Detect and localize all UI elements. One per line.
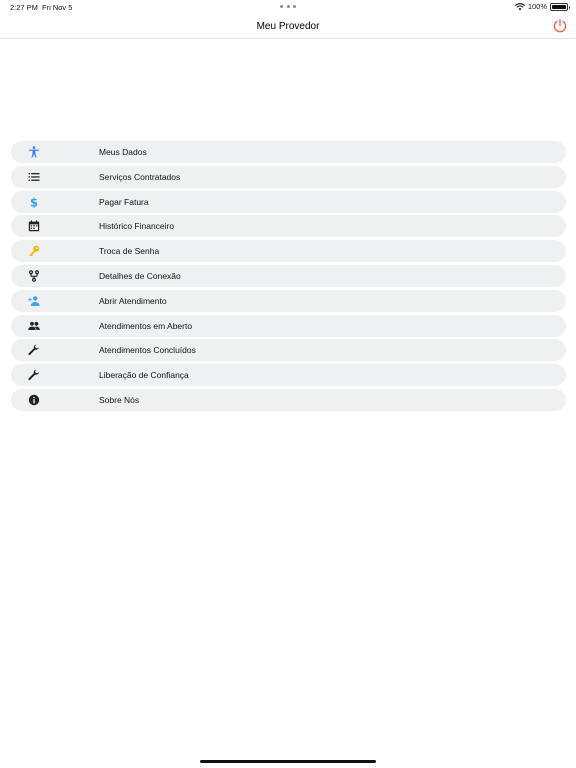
menu-item-pagar-fatura[interactable]: $ Pagar Fatura <box>11 190 566 213</box>
menu-item-label: Pagar Fatura <box>99 196 149 207</box>
menu-item-label: Serviços Contratados <box>99 171 181 182</box>
menu-item-label: Sobre Nós <box>99 394 140 405</box>
accessibility-person-icon <box>27 145 41 159</box>
menu-item-abrir-atendimento[interactable]: Abrir Atendimento <box>11 289 566 312</box>
dollar-icon: $ <box>27 195 41 209</box>
menu-item-label: Troca de Senha <box>99 246 160 257</box>
status-date: Fri Nov 5 <box>42 3 73 12</box>
menu-item-label: Atendimentos Concluídos <box>99 345 196 356</box>
group-icon <box>27 319 41 333</box>
wrench-icon <box>27 343 41 357</box>
menu-item-atendimentos-em-aberto[interactable]: Atendimentos em Aberto <box>11 314 566 337</box>
add-person-icon <box>27 294 41 308</box>
menu-item-label: Meus Dados <box>99 147 147 157</box>
menu-item-label: Detalhes de Conexão <box>99 270 181 281</box>
info-icon <box>27 393 41 407</box>
menu-item-label: Abrir Atendimento <box>99 295 167 306</box>
battery-icon <box>550 2 570 11</box>
list-icon <box>27 170 41 184</box>
menu-item-troca-de-senha[interactable]: Troca de Senha <box>11 240 566 263</box>
power-icon[interactable] <box>552 18 568 34</box>
menu-item-liberacao-de-confianca[interactable]: Liberação de Confiança <box>11 364 566 387</box>
status-bar: 2:27 PM Fri Nov 5 100% <box>0 0 576 14</box>
menu-item-label: Liberação de Confiança <box>99 370 189 381</box>
battery-percent: 100% <box>527 2 547 11</box>
menu-item-meus-dados[interactable]: Meus Dados <box>11 141 566 163</box>
menu-item-servicos-contratados[interactable]: Serviços Contratados <box>11 165 566 188</box>
status-time: 2:27 PM <box>10 3 38 12</box>
wifi-icon <box>514 2 525 10</box>
menu-item-atendimentos-concluidos[interactable]: Atendimentos Concluídos <box>11 339 566 362</box>
page-title: Meu Provedor <box>256 21 320 32</box>
multitasking-dots[interactable] <box>280 5 296 9</box>
menu-item-label: Histórico Financeiro <box>99 221 175 232</box>
menu-item-label: Atendimentos em Aberto <box>99 320 193 331</box>
wrench-icon <box>27 368 41 382</box>
fork-icon <box>27 269 41 283</box>
key-icon <box>27 244 41 258</box>
menu-item-historico-financeiro[interactable]: Histórico Financeiro <box>11 215 566 238</box>
menu-list: Meus Dados Serviços Contratados $ Pagar Fat… <box>11 141 566 414</box>
menu-item-detalhes-de-conexao[interactable]: Detalhes de Conexão <box>11 264 566 287</box>
navigation-bar: Meu Provedor <box>0 14 576 39</box>
home-indicator[interactable] <box>200 760 376 763</box>
menu-item-sobre-nos[interactable]: Sobre Nós <box>11 388 566 411</box>
svg-text:$: $ <box>30 196 38 208</box>
status-indicators: 100% <box>514 2 570 11</box>
calendar-icon <box>27 219 41 233</box>
